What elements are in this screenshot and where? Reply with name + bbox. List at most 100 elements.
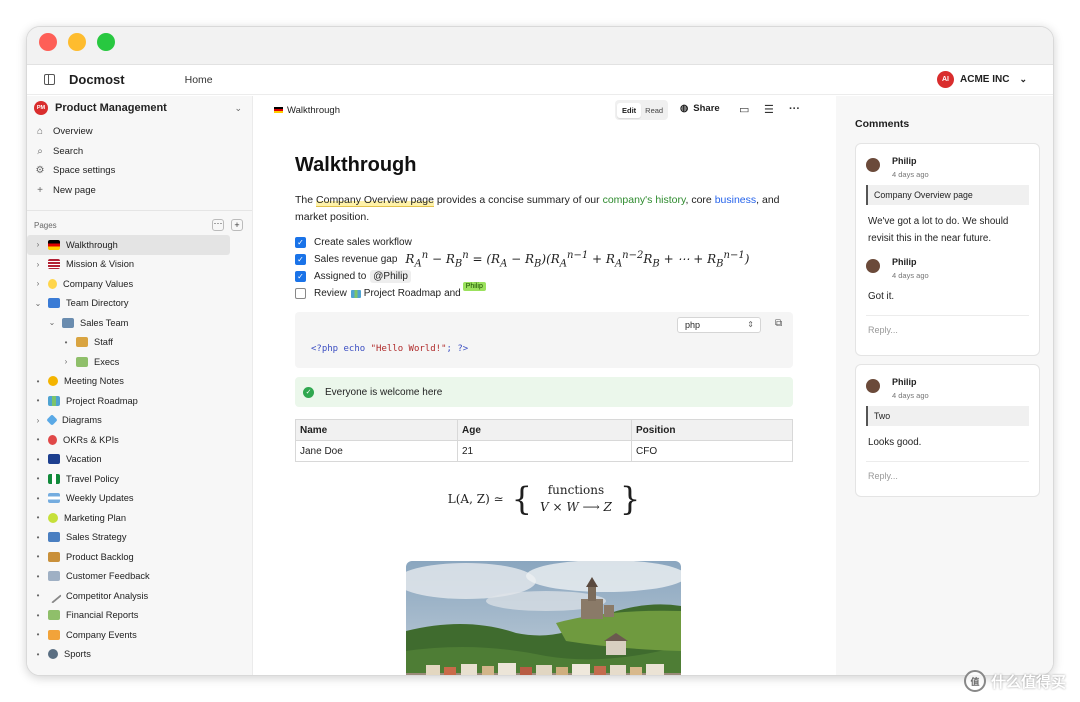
business-link[interactable]: business bbox=[715, 194, 756, 206]
task-checkbox[interactable] bbox=[295, 288, 306, 299]
minimize-window-button[interactable] bbox=[68, 33, 86, 51]
task-checkbox[interactable]: ✓ bbox=[295, 254, 306, 265]
close-window-button[interactable] bbox=[39, 33, 57, 51]
task-checkbox[interactable]: ✓ bbox=[295, 271, 306, 282]
user-mention[interactable]: @Philip bbox=[370, 270, 411, 283]
pages-header: Pages ··· + bbox=[27, 217, 252, 233]
page-tree-item[interactable]: • Marketing Plan bbox=[27, 508, 252, 528]
castle-landscape-image[interactable] bbox=[406, 561, 681, 675]
bullet-icon: • bbox=[36, 493, 40, 503]
table-row: Jane Doe 21 CFO bbox=[295, 440, 793, 462]
edit-mode-button[interactable]: Edit bbox=[617, 102, 642, 118]
table-cell[interactable]: Jane Doe bbox=[295, 440, 458, 462]
page-tree-item[interactable]: ⌄ Team Directory bbox=[27, 294, 252, 314]
comment-icon[interactable]: ▭ bbox=[739, 103, 749, 116]
chevron-down-icon[interactable]: ⌄ bbox=[34, 299, 42, 308]
page-tree-item[interactable]: › Diagrams bbox=[27, 411, 252, 431]
text: The bbox=[295, 194, 317, 206]
table-header-cell[interactable]: Name bbox=[295, 419, 458, 441]
page-tree-item[interactable]: • Travel Policy bbox=[27, 469, 252, 489]
reply-input[interactable]: Reply... bbox=[866, 315, 1029, 345]
task-label: Review bbox=[314, 288, 347, 299]
page-tree-item[interactable]: • Weekly Updates bbox=[27, 489, 252, 509]
commented-link[interactable]: Company Overview page bbox=[316, 194, 434, 207]
page-tree-item[interactable]: › Walkthrough bbox=[27, 235, 230, 255]
page-reference[interactable]: Project Roadmap bbox=[364, 288, 441, 299]
breadcrumb[interactable]: Walkthrough bbox=[274, 105, 340, 116]
chevron-right-icon[interactable]: › bbox=[34, 240, 42, 249]
page-tree-item[interactable]: • Staff bbox=[27, 333, 252, 353]
add-page-button[interactable]: + bbox=[231, 219, 243, 231]
page-tree-item[interactable]: • Financial Reports bbox=[27, 606, 252, 626]
more-options-icon[interactable]: ··· bbox=[789, 103, 800, 115]
read-mode-button[interactable]: Read bbox=[643, 103, 665, 118]
page-tree-item[interactable]: • Company Events bbox=[27, 625, 252, 645]
page-tree-item[interactable]: • Sales Strategy bbox=[27, 528, 252, 548]
chevron-down-icon[interactable]: ⌄ bbox=[48, 318, 56, 327]
task-checkbox[interactable]: ✓ bbox=[295, 237, 306, 248]
comment-thread: Philip 4 days ago Company Overview page … bbox=[855, 143, 1040, 356]
page-tree-item[interactable]: • Meeting Notes bbox=[27, 372, 252, 392]
page-tree: › Walkthrough › Mission & Vision › Company Va… bbox=[27, 235, 252, 664]
page-tree-item[interactable]: › Execs bbox=[27, 352, 252, 372]
person-icon bbox=[76, 337, 88, 348]
table-header-cell[interactable]: Age bbox=[457, 419, 632, 441]
avatar bbox=[866, 379, 880, 393]
sidebar: PM Product Management ⌄ ⌂ Overview ⌕ Sea… bbox=[27, 96, 253, 675]
page-tree-item[interactable]: › Mission & Vision bbox=[27, 255, 252, 275]
comment-time: 4 days ago bbox=[892, 391, 929, 400]
home-link[interactable]: Home bbox=[185, 74, 213, 86]
table-cell[interactable]: 21 bbox=[457, 440, 632, 462]
sidebar-item-search[interactable]: ⌕ Search bbox=[27, 142, 252, 162]
copy-icon[interactable]: ⧉ bbox=[775, 318, 782, 329]
reply-input[interactable]: Reply... bbox=[866, 461, 1029, 491]
page-tree-item[interactable]: • Project Roadmap bbox=[27, 391, 252, 411]
callout-box[interactable]: ✓ Everyone is welcome here bbox=[295, 377, 793, 407]
page-tree-item[interactable]: ⌄ Sales Team bbox=[27, 313, 252, 333]
party-icon bbox=[48, 629, 60, 640]
sidebar-item-label: Search bbox=[53, 145, 84, 157]
block-math[interactable]: L(A, Z) ≃ { functions V × W ⟶ Z } bbox=[295, 482, 793, 516]
table-header-cell[interactable]: Position bbox=[631, 419, 793, 441]
sidebar-toggle-icon[interactable] bbox=[44, 74, 55, 85]
chevron-right-icon[interactable]: › bbox=[34, 416, 42, 425]
page-tree-item[interactable]: › Company Values bbox=[27, 274, 252, 294]
share-button[interactable]: ◍ Share bbox=[680, 103, 720, 114]
history-link[interactable]: company's history bbox=[603, 194, 686, 206]
outline-list-icon[interactable]: ☰ bbox=[764, 103, 774, 116]
sidebar-item-space-settings[interactable]: ⚙ Space settings bbox=[27, 161, 252, 181]
page-tree-label: Financial Reports bbox=[66, 610, 139, 621]
page-title[interactable]: Walkthrough bbox=[295, 154, 793, 177]
intro-paragraph[interactable]: The Company Overview page provides a con… bbox=[295, 192, 793, 226]
page-tree-label: Weekly Updates bbox=[66, 493, 134, 504]
workspace-name: ACME INC bbox=[960, 74, 1010, 85]
chevron-right-icon[interactable]: › bbox=[34, 260, 42, 269]
page-tree-item[interactable]: • OKRs & KPIs bbox=[27, 430, 252, 450]
sidebar-item-new-page[interactable]: + New page bbox=[27, 181, 252, 201]
inline-math[interactable]: RAn − RBn = (RA − RB)(RAn−1 + RAn−2RB + … bbox=[405, 250, 749, 269]
chevron-right-icon[interactable]: › bbox=[62, 357, 70, 366]
chevron-right-icon[interactable]: › bbox=[34, 279, 42, 288]
task-item: Review Project Roadmap and Philip bbox=[295, 282, 793, 302]
page-tree-item[interactable]: • Sports bbox=[27, 645, 252, 665]
data-table[interactable]: Name Age Position Jane Doe 21 CFO bbox=[295, 419, 793, 462]
pages-more-button[interactable]: ··· bbox=[212, 219, 224, 231]
sidebar-item-overview[interactable]: ⌂ Overview bbox=[27, 122, 252, 142]
comment-quote[interactable]: Two bbox=[866, 406, 1029, 426]
comment-quote[interactable]: Company Overview page bbox=[866, 185, 1029, 205]
code-block[interactable]: php ⇕ ⧉ <?php echo "Hello World!"; ?> bbox=[295, 312, 793, 368]
table-cell[interactable]: CFO bbox=[631, 440, 793, 462]
space-switcher[interactable]: PM Product Management ⌄ bbox=[27, 96, 252, 120]
bullet-icon: • bbox=[36, 376, 40, 386]
page-tree-item[interactable]: • Customer Feedback bbox=[27, 567, 252, 587]
comment: Philip 4 days ago Company Overview page … bbox=[856, 144, 1039, 247]
pen-icon bbox=[46, 588, 62, 604]
comment-time: 4 days ago bbox=[892, 271, 929, 280]
page-tree-item[interactable]: • Vacation bbox=[27, 450, 252, 470]
maximize-window-button[interactable] bbox=[97, 33, 115, 51]
workspace-switcher[interactable]: AI ACME INC ⌄ bbox=[937, 71, 1027, 88]
avatar bbox=[866, 259, 880, 273]
page-tree-item[interactable]: • Product Backlog bbox=[27, 547, 252, 567]
code-language-select[interactable]: php ⇕ bbox=[677, 317, 761, 333]
page-tree-item[interactable]: • Competitor Analysis bbox=[27, 586, 252, 606]
